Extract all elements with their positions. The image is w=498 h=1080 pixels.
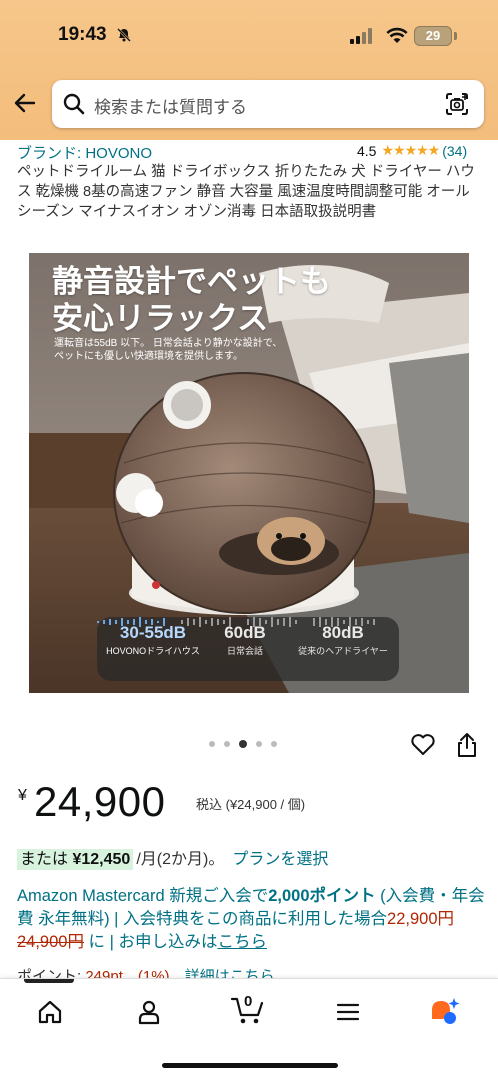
installment-highlight: または ¥12,450: [17, 849, 134, 870]
clock: 19:43: [58, 24, 107, 45]
carousel-dot[interactable]: [209, 741, 215, 747]
image-headline-line-1: 静音設計でペットも: [52, 264, 331, 299]
carousel-dot[interactable]: [224, 741, 230, 747]
rating[interactable]: 4.5 ★★★★★ (34): [357, 142, 467, 159]
price-currency: ¥: [18, 787, 27, 804]
carousel-dot-active[interactable]: [239, 740, 247, 748]
sound-wave-graphic: [97, 617, 375, 627]
installment-term: /月(2か月)。: [136, 851, 225, 868]
search-bar[interactable]: 検索または質問する: [52, 80, 484, 128]
rufus-assistant-icon[interactable]: [428, 996, 462, 1026]
image-headline: 静音設計でペットも 安心リラックス: [52, 263, 331, 337]
silent-bell-icon: [117, 28, 131, 42]
card-offer-original-price: 24,900円: [17, 933, 84, 951]
share-icon[interactable]: [456, 732, 478, 758]
rating-count[interactable]: (34): [442, 143, 467, 159]
camera-search-icon[interactable]: [444, 91, 470, 117]
card-offer-discounted-price: 22,900円: [387, 910, 455, 928]
noise-label: HOVONOドライハウス: [106, 646, 200, 656]
cart-count: 0: [244, 993, 253, 1010]
noise-item-dryer: 80dB 従来のヘアドライヤー: [293, 623, 393, 657]
active-tab-indicator: [24, 979, 74, 983]
wifi-icon: [386, 27, 408, 43]
image-subtext: 運転音は55dB 以下。 日常会話より静かな設計で、 ペットにも優しい快適環境を…: [54, 337, 282, 363]
installment-amount: ¥12,450: [72, 851, 131, 868]
rating-stars: ★★★★★: [381, 142, 440, 158]
card-offer-points[interactable]: 2,000ポイント: [268, 887, 375, 905]
menu-icon[interactable]: [335, 999, 361, 1025]
installment-prefix: または: [20, 851, 69, 868]
noise-comparison: 30-55dB HOVONOドライハウス 60dB 日常会話 80dB 従来のヘ…: [97, 617, 399, 681]
status-bar: 19:43 29: [0, 0, 498, 62]
noise-item-conversation: 60dB 日常会話: [213, 623, 277, 657]
card-offer-link[interactable]: こちら: [218, 933, 268, 951]
carousel-dot[interactable]: [256, 741, 262, 747]
image-headline-line-2: 安心リラックス: [52, 301, 269, 336]
brand-link[interactable]: ブランド: HOVONO: [17, 142, 152, 163]
heart-icon[interactable]: [410, 733, 436, 757]
image-carousel-dots[interactable]: [209, 740, 277, 748]
search-icon: [63, 93, 85, 115]
noise-label: 従来のヘアドライヤー: [298, 646, 388, 656]
price-tax-note: 税込 (¥24,900 / 個): [196, 797, 306, 812]
header: 19:43 29 検索または質問する: [0, 0, 498, 140]
carousel-dot[interactable]: [271, 741, 277, 747]
home-indicator: [162, 1063, 338, 1068]
product-image[interactable]: 静音設計でペットも 安心リラックス 運転音は55dB 以下。 日常会話より静かな…: [29, 253, 469, 693]
account-icon[interactable]: [136, 999, 162, 1025]
battery-tip: [454, 32, 457, 40]
signal-icon: [350, 28, 372, 44]
back-arrow-icon[interactable]: [12, 90, 38, 116]
cart-button[interactable]: 0: [230, 993, 266, 1025]
price-amount: 24,900: [34, 778, 166, 825]
rating-value: 4.5: [357, 142, 377, 159]
noise-item-hovono: 30-55dB HOVONOドライハウス: [105, 623, 201, 657]
battery-level: 29: [425, 28, 441, 43]
search-placeholder[interactable]: 検索または質問する: [94, 93, 247, 118]
installment-line: または ¥12,450/月(2か月)。 プランを選択: [17, 845, 328, 870]
select-plan-link[interactable]: プランを選択: [232, 851, 328, 868]
card-offer-text-3: に | お申し込みは: [83, 933, 218, 951]
noise-label: 日常会話: [226, 646, 263, 656]
card-offer-text-1[interactable]: Amazon Mastercard 新規ご入会で: [17, 887, 268, 905]
home-icon[interactable]: [37, 999, 63, 1025]
battery-icon: 29: [414, 26, 452, 46]
card-offer[interactable]: Amazon Mastercard 新規ご入会で2,000ポイント (入会費・年…: [17, 885, 485, 954]
product-title: ペットドライルーム 猫 ドライボックス 折りたたみ 犬 ドライヤー ハウス 乾燥…: [17, 164, 475, 220]
image-subtext-line-1: 運転音は55dB 以下。 日常会話より静かな設計で、: [54, 338, 283, 349]
image-subtext-line-2: ペットにも優しい快適環境を提供します。: [54, 351, 243, 362]
